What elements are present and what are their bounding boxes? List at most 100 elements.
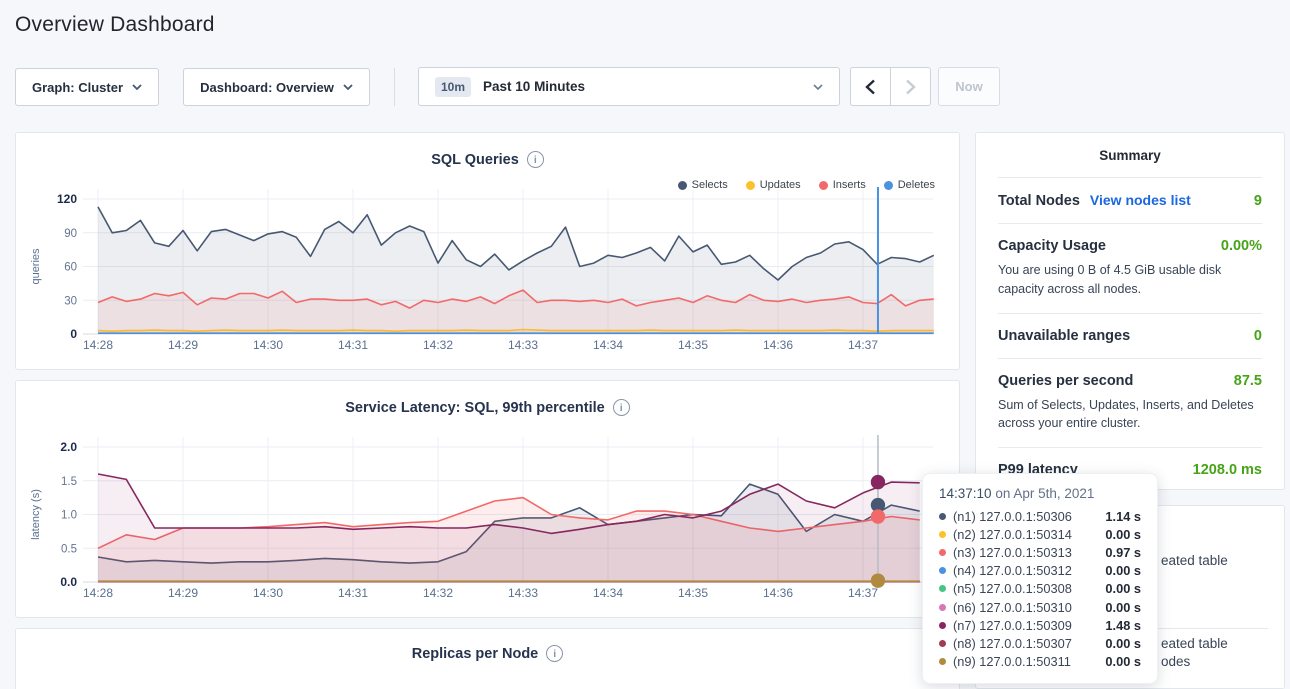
tooltip-date: on Apr 5th, 2021	[992, 486, 1095, 501]
page-title: Overview Dashboard	[15, 13, 215, 37]
chevron-down-icon	[343, 84, 353, 90]
summary-row-capacity: Capacity Usage 0.00% You are using 0 B o…	[998, 223, 1262, 313]
node-color-dot	[939, 604, 946, 611]
chevron-down-icon	[813, 84, 823, 90]
node-address: (n6) 127.0.0.1:50310	[953, 600, 1072, 615]
tooltip-node-row: (n9) 127.0.0.1:50311 0.00 s	[939, 653, 1141, 671]
node-latency-value: 1.14 s	[1105, 509, 1141, 524]
overview-dashboard-page: Overview Dashboard Graph: Cluster Dashbo…	[0, 0, 1290, 689]
svg-text:14:36: 14:36	[763, 586, 793, 600]
time-range-label: Past 10 Minutes	[483, 79, 585, 94]
p99-latency-value: 1208.0 ms	[1193, 462, 1262, 478]
svg-text:30: 30	[64, 295, 77, 307]
svg-text:14:37: 14:37	[848, 338, 878, 352]
legend-dot	[678, 181, 687, 190]
node-address: (n9) 127.0.0.1:50311	[953, 654, 1071, 669]
svg-text:queries: queries	[30, 248, 42, 285]
legend-dot	[819, 181, 828, 190]
legend-dot	[746, 181, 755, 190]
legend-item[interactable]: Selects	[678, 179, 728, 191]
total-nodes-label: Total Nodes	[998, 193, 1080, 209]
svg-text:14:31: 14:31	[338, 586, 368, 600]
node-color-dot	[939, 658, 946, 665]
legend-item[interactable]: Deletes	[884, 179, 935, 191]
svg-text:14:35: 14:35	[678, 338, 708, 352]
time-forward-button[interactable]	[890, 67, 931, 106]
tooltip-node-row: (n2) 127.0.0.1:50314 0.00 s	[939, 525, 1141, 543]
graph-dropdown[interactable]: Graph: Cluster	[15, 68, 159, 106]
sql-queries-chart[interactable]: 14:2814:2914:3014:3114:3214:3314:3414:35…	[16, 133, 961, 371]
svg-text:14:37: 14:37	[848, 586, 878, 600]
tooltip-node-row: (n7) 127.0.0.1:50309 1.48 s	[939, 616, 1141, 634]
dashboard-dropdown[interactable]: Dashboard: Overview	[183, 68, 370, 106]
legend-item[interactable]: Updates	[746, 179, 801, 191]
node-address: (n5) 127.0.0.1:50308	[953, 581, 1072, 596]
controls-divider	[394, 68, 395, 106]
node-address: (n7) 127.0.0.1:50309	[953, 618, 1072, 633]
qps-value: 87.5	[1234, 373, 1262, 389]
view-nodes-list-link[interactable]: View nodes list	[1090, 192, 1191, 208]
node-latency-value: 1.48 s	[1105, 618, 1141, 633]
legend-label: Deletes	[898, 179, 935, 191]
event-item-fragment: eated table	[1161, 553, 1228, 568]
tooltip-node-row: (n8) 127.0.0.1:50307 0.00 s	[939, 634, 1141, 652]
summary-panel: Summary Total Nodes View nodes list 9 Ca…	[975, 132, 1285, 490]
svg-text:0.0: 0.0	[60, 575, 77, 589]
tooltip-rows: (n1) 127.0.0.1:50306 1.14 s (n2) 127.0.0…	[939, 507, 1141, 671]
node-address: (n3) 127.0.0.1:50313	[953, 545, 1072, 560]
node-color-dot	[939, 513, 946, 520]
capacity-usage-description: You are using 0 B of 4.5 GiB usable disk…	[998, 261, 1262, 299]
unavailable-ranges-label: Unavailable ranges	[998, 328, 1130, 344]
node-latency-value: 0.97 s	[1105, 545, 1141, 560]
info-icon[interactable]: i	[613, 399, 630, 416]
node-latency-value: 0.00 s	[1105, 654, 1141, 669]
info-icon[interactable]: i	[527, 151, 544, 168]
time-range-selector[interactable]: 10m Past 10 Minutes	[418, 67, 840, 106]
time-nav-buttons	[850, 67, 931, 106]
qps-description: Sum of Selects, Updates, Inserts, and De…	[998, 396, 1262, 434]
svg-text:14:34: 14:34	[593, 586, 623, 600]
time-back-button[interactable]	[850, 67, 891, 106]
node-color-dot	[939, 531, 946, 538]
unavailable-ranges-value: 0	[1254, 328, 1262, 344]
node-address: (n1) 127.0.0.1:50306	[953, 509, 1072, 524]
node-latency-value: 0.00 s	[1105, 636, 1141, 651]
node-latency-value: 0.00 s	[1105, 563, 1141, 578]
svg-text:14:35: 14:35	[678, 586, 708, 600]
tooltip-time: 14:37:10	[939, 486, 992, 501]
capacity-usage-label: Capacity Usage	[998, 238, 1106, 254]
summary-row-unavailable-ranges: Unavailable ranges 0	[998, 313, 1262, 358]
node-color-dot	[939, 585, 946, 592]
svg-text:14:32: 14:32	[423, 586, 453, 600]
svg-text:14:29: 14:29	[168, 338, 198, 352]
svg-text:1.5: 1.5	[61, 476, 77, 488]
chevron-right-icon	[905, 79, 916, 95]
graph-dropdown-label: Graph: Cluster	[32, 80, 123, 95]
node-address: (n4) 127.0.0.1:50312	[953, 563, 1072, 578]
node-latency-value: 0.00 s	[1105, 581, 1141, 596]
legend-label: Inserts	[833, 179, 866, 191]
now-button[interactable]: Now	[938, 67, 1000, 106]
svg-text:14:31: 14:31	[338, 338, 368, 352]
total-nodes-value: 9	[1254, 193, 1262, 209]
tooltip-node-row: (n3) 127.0.0.1:50313 0.97 s	[939, 543, 1141, 561]
info-icon[interactable]: i	[546, 645, 563, 662]
svg-text:14:32: 14:32	[423, 338, 453, 352]
svg-text:14:36: 14:36	[763, 338, 793, 352]
chart-title: Replicas per Node	[412, 646, 539, 662]
capacity-usage-value: 0.00%	[1221, 238, 1262, 254]
svg-text:14:29: 14:29	[168, 586, 198, 600]
service-latency-chart[interactable]: 14:2814:2914:3014:3114:3214:3314:3414:35…	[16, 381, 961, 619]
svg-text:14:33: 14:33	[508, 338, 538, 352]
legend-label: Updates	[760, 179, 801, 191]
time-range-badge: 10m	[435, 77, 471, 97]
sql-queries-chart-panel: 14:2814:2914:3014:3114:3214:3314:3414:35…	[15, 132, 960, 370]
svg-text:14:28: 14:28	[83, 586, 113, 600]
svg-text:14:33: 14:33	[508, 586, 538, 600]
svg-text:0.5: 0.5	[61, 543, 77, 555]
dashboard-dropdown-label: Dashboard: Overview	[200, 80, 334, 95]
tooltip-node-row: (n6) 127.0.0.1:50310 0.00 s	[939, 598, 1141, 616]
legend-item[interactable]: Inserts	[819, 179, 866, 191]
node-address: (n2) 127.0.0.1:50314	[953, 527, 1072, 542]
svg-text:latency (s): latency (s)	[30, 489, 42, 540]
